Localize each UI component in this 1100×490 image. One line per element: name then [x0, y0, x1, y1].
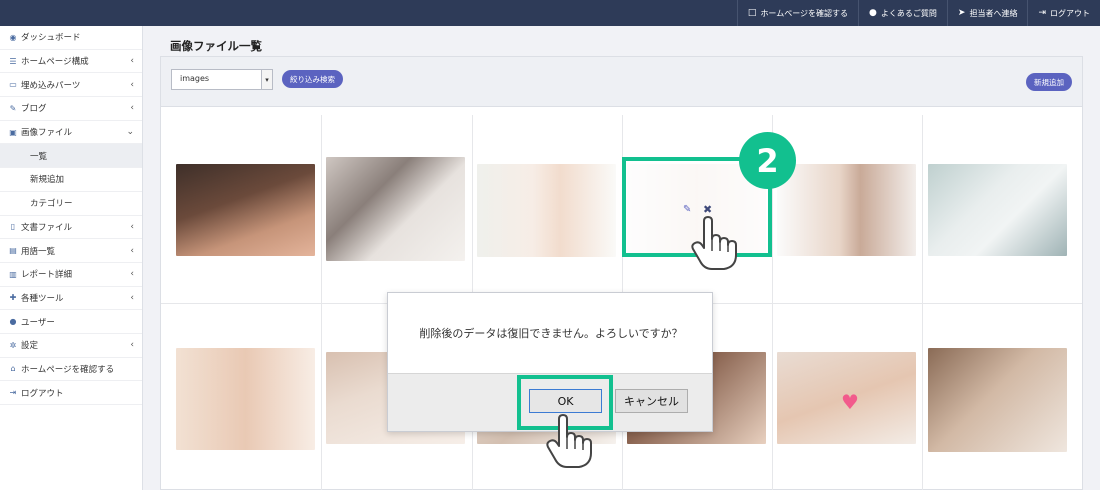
sidebar-item-logout[interactable]: ⇥ ログアウト: [0, 381, 142, 405]
list-icon: ☰: [9, 56, 17, 66]
pointer-hand-icon: [546, 414, 592, 468]
image-thumbnail[interactable]: ♥: [777, 352, 916, 444]
sidebar-item-label: ブログ: [21, 104, 47, 115]
chevron-left-icon: ‹: [130, 245, 134, 256]
image-thumbnail[interactable]: [176, 348, 315, 450]
chevron-left-icon: ‹: [130, 340, 134, 351]
dashboard-icon: ◉: [9, 32, 17, 42]
image-icon: ▣: [9, 127, 17, 137]
gear-icon: ✲: [9, 340, 17, 350]
step-badge: 2: [739, 132, 796, 189]
sidebar-subitem-category[interactable]: カテゴリー: [0, 191, 142, 216]
sidebar-item-documents[interactable]: ▯ 文書ファイル ‹: [0, 216, 142, 240]
top-nav: □ ホームページを確認する ● よくあるご質問 ➤ 担当者へ連絡 ⇥ ログアウト: [736, 0, 1100, 26]
topnav-label: ホームページを確認する: [760, 8, 849, 18]
topnav-label: よくあるご質問: [880, 8, 937, 18]
sidebar-item-label: レポート詳細: [21, 270, 73, 281]
sidebar-item-label: 用語一覧: [21, 246, 56, 257]
edit-icon: ✎: [9, 103, 17, 113]
sidebar-item-label: 各種ツール: [21, 293, 64, 304]
sidebar-item-label: ログアウト: [21, 388, 64, 399]
sidebar-item-embed-parts[interactable]: ▭ 埋め込みパーツ ‹: [0, 73, 142, 98]
sidebar-item-label: 埋め込みパーツ: [21, 80, 81, 91]
send-icon: ➤: [957, 8, 966, 18]
image-thumbnail[interactable]: [777, 164, 916, 256]
image-thumbnail[interactable]: [176, 164, 315, 256]
sidebar-item-glossary[interactable]: ▤ 用語一覧 ‹: [0, 239, 142, 263]
topnav-contact[interactable]: ➤ 担当者へ連絡: [946, 0, 1028, 26]
logout-icon: ⇥: [9, 388, 17, 398]
user-icon: ●: [9, 317, 17, 327]
topnav-label: ログアウト: [1050, 8, 1090, 18]
folder-select[interactable]: images ▾: [171, 69, 273, 90]
folder-select-value: images: [180, 74, 210, 83]
home-icon: ⌂: [10, 364, 16, 374]
sidebar-item-label: 画像ファイル: [21, 128, 73, 139]
embed-icon: ▭: [9, 80, 17, 90]
filter-search-button[interactable]: 絞り込み検索: [282, 70, 343, 88]
sidebar-item-label: ホームページを確認する: [21, 364, 115, 375]
sidebar-item-images[interactable]: ▣ 画像ファイル ⌄: [0, 121, 142, 145]
add-new-button[interactable]: 新規追加: [1026, 73, 1072, 91]
sidebar-item-label: 設定: [21, 341, 39, 352]
chevron-left-icon: ‹: [130, 269, 134, 280]
sidebar-item-dashboard[interactable]: ◉ ダッシュボード: [0, 26, 142, 50]
chevron-left-icon: ‹: [130, 221, 134, 232]
sidebar-item-users[interactable]: ● ユーザー: [0, 310, 142, 334]
dialog-message: 削除後のデータは復旧できません。よろしいですか？: [419, 327, 683, 340]
sidebar-subitem-add-new[interactable]: 新規追加: [0, 168, 142, 192]
chat-icon: ●: [869, 8, 877, 18]
image-thumbnail[interactable]: [928, 164, 1067, 256]
logout-icon: ⇥: [1038, 8, 1046, 18]
document-icon: ▯: [10, 222, 16, 232]
topnav-faq[interactable]: ● よくあるご質問: [858, 0, 947, 26]
topnav-label: 担当者へ連絡: [969, 8, 1018, 18]
sidebar-item-label: 一覧: [30, 151, 48, 162]
image-thumbnail[interactable]: [477, 164, 616, 257]
sidebar-item-label: ホームページ構成: [21, 57, 89, 68]
pointer-hand-icon: [691, 216, 737, 270]
sidebar-item-reports[interactable]: ▥ レポート詳細 ‹: [0, 263, 142, 287]
sidebar-item-settings[interactable]: ✲ 設定 ‹: [0, 334, 142, 358]
sidebar-item-tools[interactable]: ✚ 各種ツール ‹: [0, 287, 142, 311]
page-title: 画像ファイル一覧: [170, 39, 262, 53]
sidebar-item-label: 新規追加: [30, 175, 65, 186]
cancel-button[interactable]: キャンセル: [615, 389, 688, 413]
chevron-left-icon: ‹: [130, 103, 134, 114]
sidebar-item-blog[interactable]: ✎ ブログ ‹: [0, 97, 142, 121]
chevron-down-icon: ▾: [261, 70, 272, 89]
chart-icon: ▥: [9, 269, 17, 279]
book-icon: ▤: [9, 246, 17, 256]
topnav-view-site[interactable]: □ ホームページを確認する: [736, 0, 858, 26]
wrench-icon: ✚: [9, 293, 17, 303]
chevron-down-icon: ⌄: [126, 127, 134, 138]
sidebar-item-label: カテゴリー: [30, 199, 73, 210]
top-bar: □ ホームページを確認する ● よくあるご質問 ➤ 担当者へ連絡 ⇥ ログアウト: [0, 0, 1100, 26]
chevron-left-icon: ‹: [130, 292, 134, 303]
heart-icon: ♥: [841, 390, 859, 414]
sidebar-item-label: ダッシュボード: [21, 33, 81, 44]
image-thumbnail[interactable]: [326, 157, 465, 261]
sidebar: ◉ ダッシュボード ☰ ホームページ構成 ‹ ▭ 埋め込みパーツ ‹ ✎ ブログ ‹ ▣ 画像フ…: [0, 26, 143, 490]
sidebar-item-view-site[interactable]: ⌂ ホームページを確認する: [0, 358, 142, 382]
sidebar-item-label: ユーザー: [21, 317, 55, 328]
sidebar-item-label: 文書ファイル: [21, 222, 73, 233]
sidebar-subitem-list[interactable]: 一覧: [0, 144, 142, 169]
toolbar: images ▾ 絞り込み検索 新規追加: [161, 57, 1082, 107]
chevron-left-icon: ‹: [130, 56, 134, 67]
sidebar-item-site-structure[interactable]: ☰ ホームページ構成 ‹: [0, 50, 142, 74]
image-thumbnail[interactable]: [928, 348, 1067, 452]
topnav-logout[interactable]: ⇥ ログアウト: [1027, 0, 1100, 26]
window-icon: □: [747, 8, 757, 18]
chevron-left-icon: ‹: [130, 79, 134, 90]
